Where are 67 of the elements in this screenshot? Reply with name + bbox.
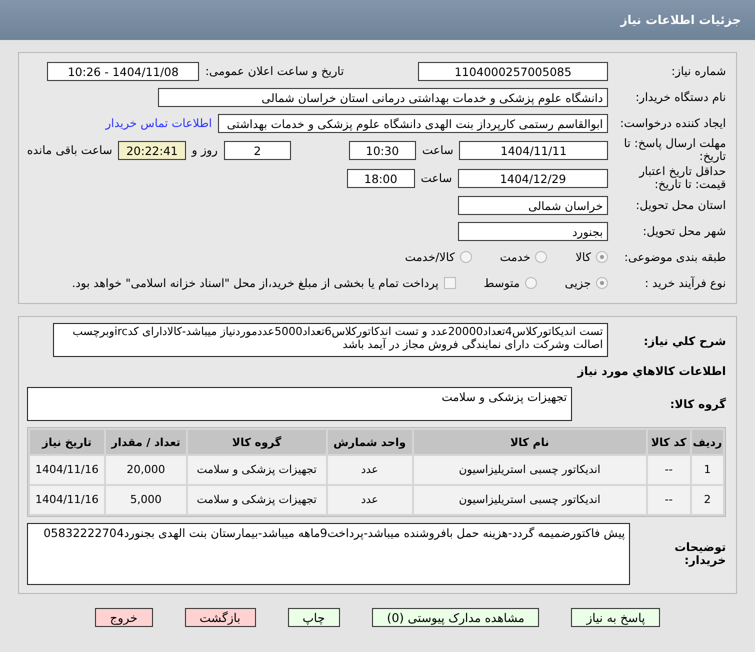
- checkbox-label: پرداخت تمام یا بخشی از مبلغ خرید،از محل "اسناد خزانه اسلامی" خواهد بود.: [72, 276, 439, 290]
- radio-button[interactable]: [596, 251, 608, 263]
- field-label: ایجاد کننده درخواست:: [619, 116, 726, 130]
- date-field: 1404/11/11: [459, 140, 608, 160]
- option-label: خدمت: [500, 250, 530, 264]
- field-label: طبقه بندی موضوعی:: [623, 250, 726, 264]
- column-header: تعداد / مقدار: [106, 430, 186, 454]
- radio-button[interactable]: [460, 251, 472, 263]
- column-header: کد کالا: [648, 430, 690, 454]
- field-label: نوع فرآیند خرید :: [644, 276, 726, 290]
- table-cell: 20,000: [106, 456, 186, 484]
- field-label: ساعت: [420, 171, 452, 185]
- table-cell: عدد: [328, 486, 412, 514]
- table-cell: تجهیزات پزشکی و سلامت: [188, 486, 326, 514]
- action-button[interactable]: بازگشت: [184, 608, 256, 627]
- notes-box: پیش فاکتورضمیمه گردد-هزینه حمل بافروشنده میباشد-پرداخت9ماهه میباشد-بیمارستان بنت الهدی بجنورد05832222704: [27, 523, 630, 585]
- field-label: حداقل تاریخ اعتبار قیمت: تا تاریخ:: [638, 165, 726, 191]
- checkbox[interactable]: [444, 277, 456, 289]
- action-button[interactable]: مشاهده مدارک پیوستی (0): [372, 608, 540, 627]
- description-box: تست اندیکاتورکلاس4تعداد20000عدد و تست اندکاتورکلاس6تعداد5000عددموردنیاز میباشد-کالادارای کدircوبرچسب اصالت وشرکت دارای نمایندگی فروش مجاز در آیمد باشد: [53, 323, 608, 357]
- radio-button[interactable]: [596, 277, 608, 289]
- table-cell: تجهیزات پزشکی و سلامت: [188, 456, 326, 484]
- column-header: تاریخ نیاز: [30, 430, 104, 454]
- field-label: تاریخ و ساعت اعلان عمومی:: [205, 64, 344, 78]
- option-label: جزیی: [564, 276, 591, 290]
- field-label: مهلت ارسال پاسخ: تا تاریخ:: [622, 137, 726, 163]
- table-cell: 1: [692, 456, 723, 484]
- field-label: ساعت: [422, 143, 454, 157]
- time-field: 10:30: [348, 140, 416, 160]
- table-cell: 1404/11/16: [30, 486, 104, 514]
- date-field: 1404/12/29: [458, 168, 608, 188]
- page-title: جزئیات اطلاعات نیاز: [620, 13, 741, 27]
- action-button[interactable]: چاپ: [288, 608, 340, 627]
- radio-button[interactable]: [524, 277, 537, 289]
- days-field: 2: [224, 140, 292, 160]
- option-label: کالا/خدمت: [404, 250, 455, 264]
- option-label: متوسط: [484, 276, 520, 290]
- table-cell: --: [648, 486, 690, 514]
- table-cell: 1404/11/16: [30, 456, 104, 484]
- goods-group-box: تجهیزات پزشکی و سلامت: [27, 387, 572, 421]
- field-label: روز و: [192, 143, 218, 157]
- radio-button[interactable]: [535, 251, 548, 263]
- field-label: ساعت باقی مانده: [27, 143, 112, 157]
- countdown-field: 20:22:41: [118, 140, 186, 160]
- table-cell: --: [648, 456, 690, 484]
- field-label: شهر محل تحویل:: [642, 224, 726, 238]
- contact-link[interactable]: اطلاعات تماس خریدار: [105, 116, 212, 130]
- column-header: واحد شمارش: [328, 430, 412, 454]
- column-header: گروه کالا: [188, 430, 326, 454]
- option-label: کالا: [575, 250, 591, 264]
- action-button[interactable]: پاسخ به نیاز: [571, 608, 660, 627]
- table-cell: اندیکاتور چسبی استریلیزاسیون: [414, 486, 646, 514]
- table-cell: اندیکاتور چسبی استریلیزاسیون: [414, 456, 646, 484]
- time-field: 18:00: [346, 168, 415, 188]
- field-label: شرح کلي نياز:: [642, 335, 726, 348]
- table-cell: عدد: [328, 456, 412, 484]
- field-label: توضیحات خریدار:: [674, 541, 726, 567]
- field-label: نام دستگاه خریدار:: [634, 90, 726, 104]
- table-cell: 5,000: [106, 486, 186, 514]
- action-button[interactable]: خروج: [94, 608, 152, 627]
- field-label: استان محل تحویل:: [634, 198, 726, 212]
- column-header: نام کالا: [414, 430, 646, 454]
- table-cell: 2: [692, 486, 723, 514]
- field-label: گروه کالا:: [669, 398, 726, 410]
- column-header: ردیف: [692, 430, 723, 454]
- section-heading: اطلاعات کالاهاي مورد نياز: [578, 364, 726, 378]
- field-label: شماره نیاز:: [670, 64, 726, 78]
